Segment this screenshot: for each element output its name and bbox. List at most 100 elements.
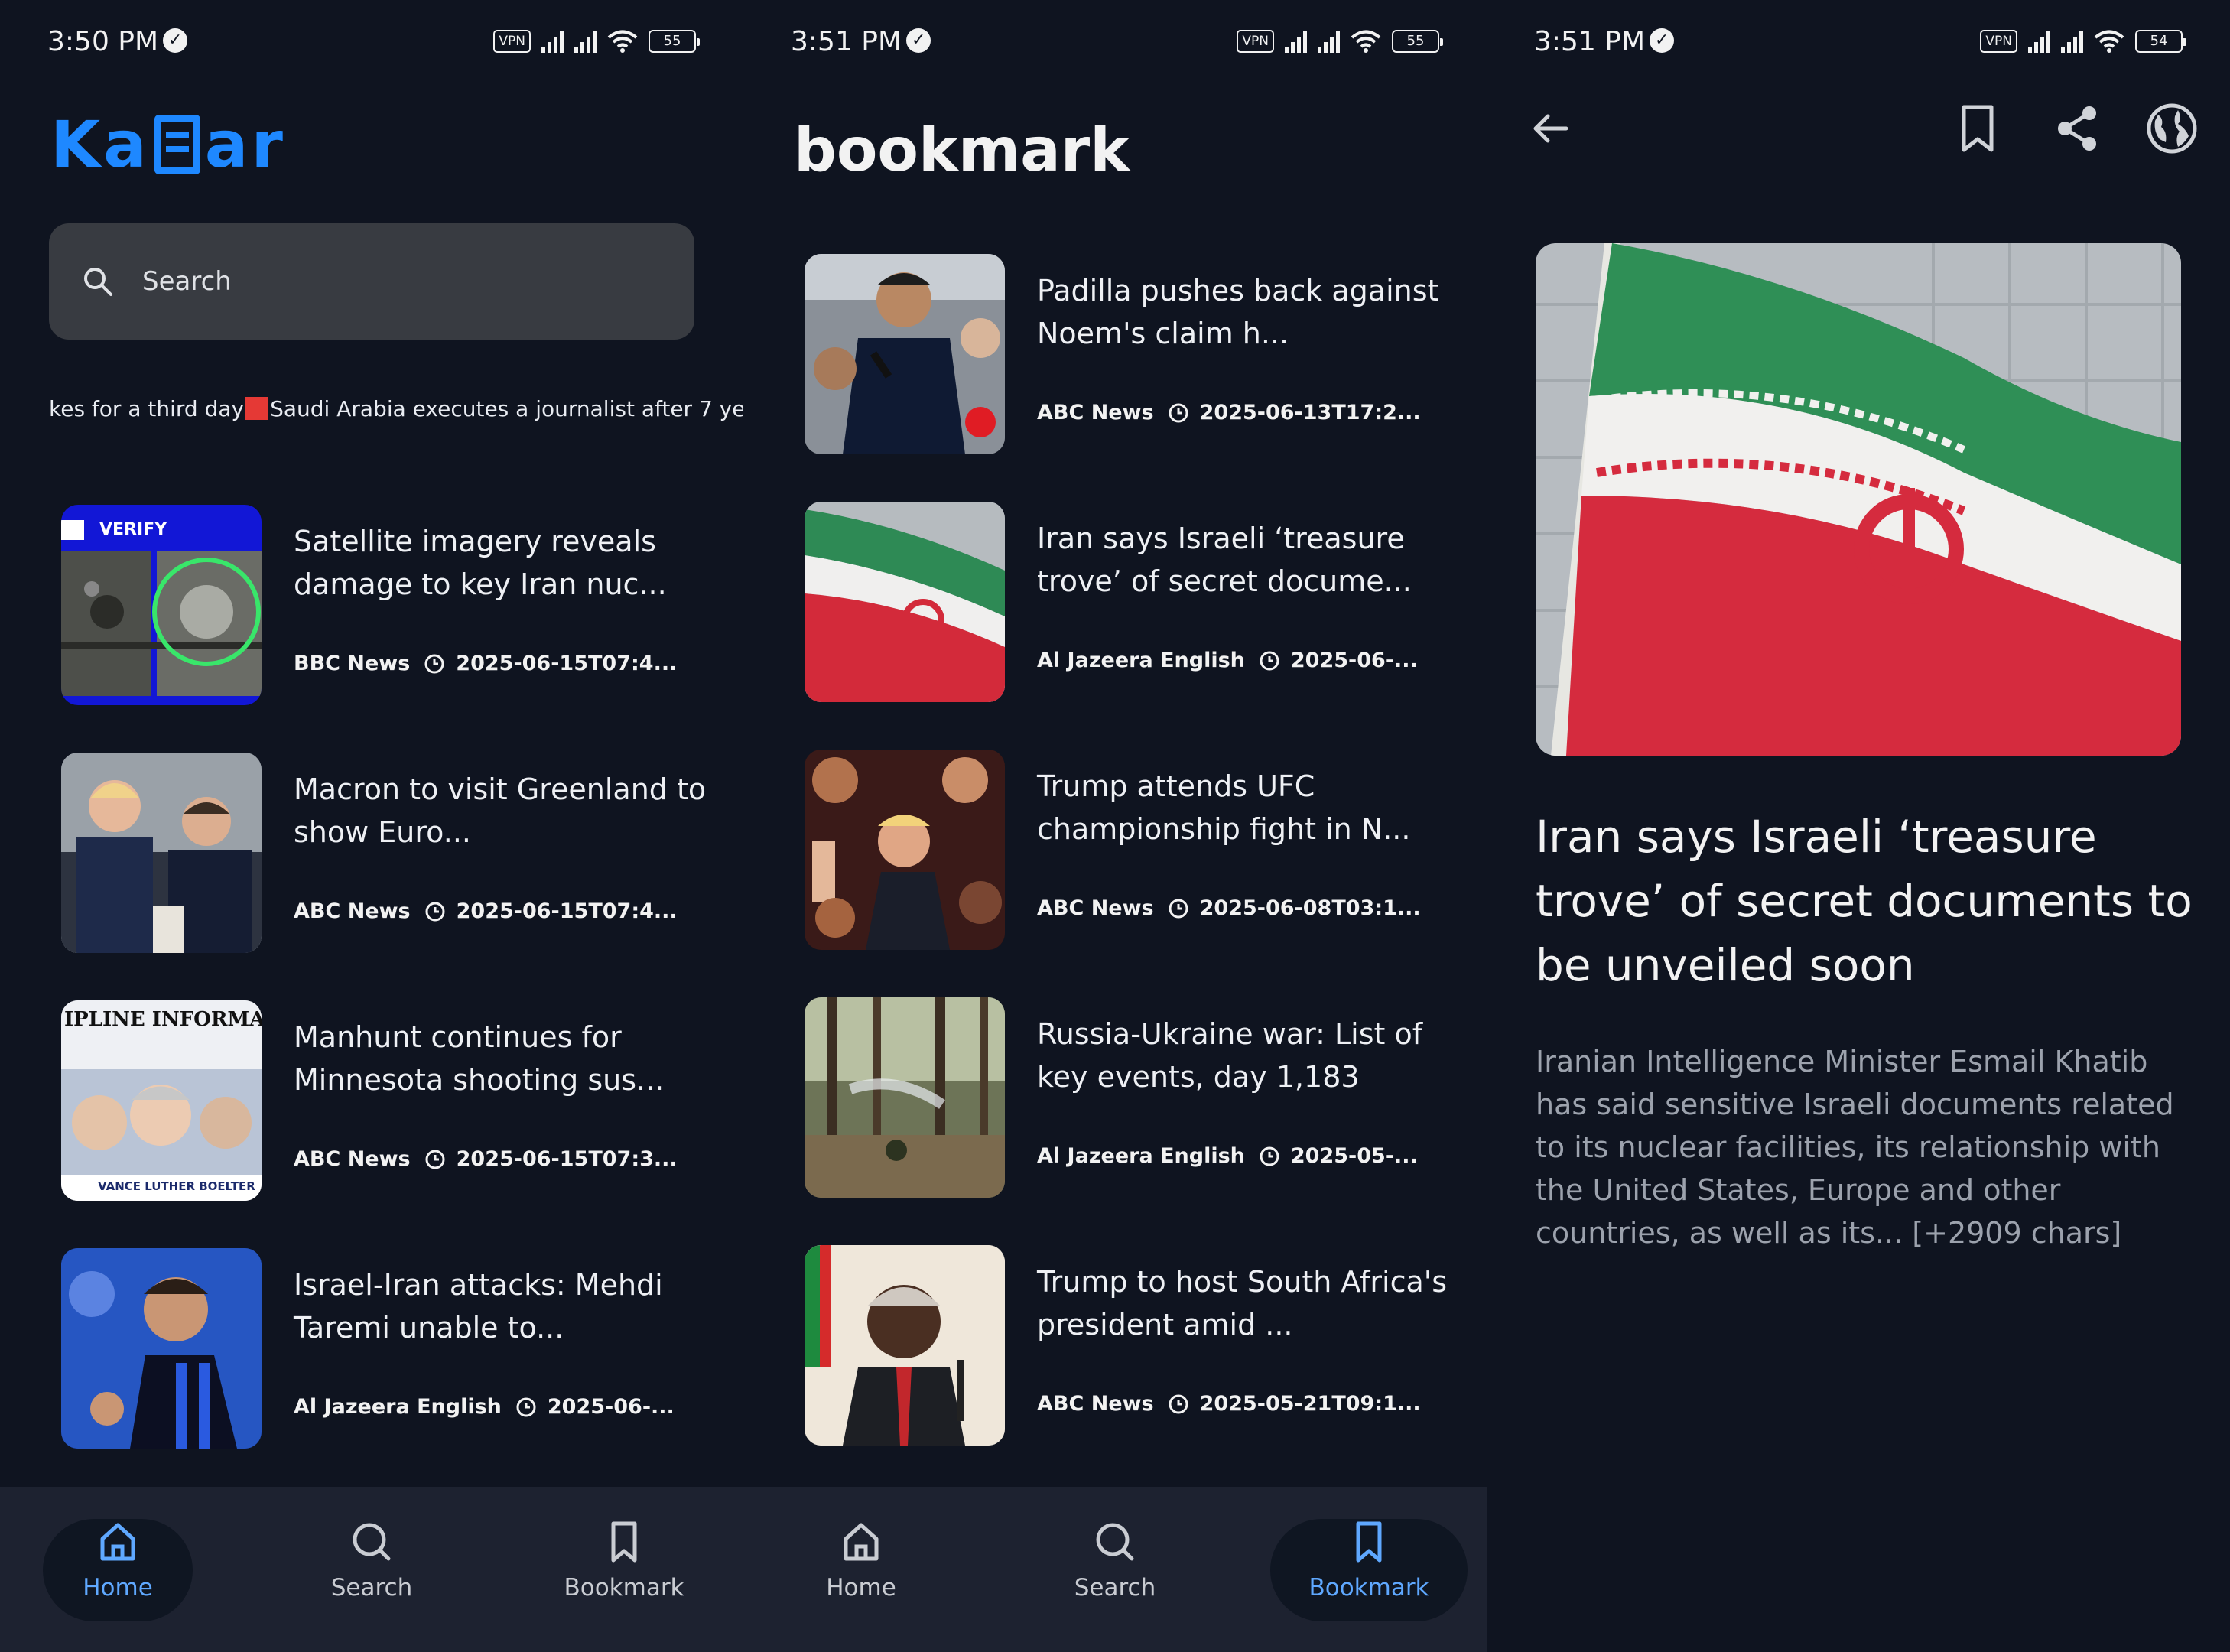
home-icon	[844, 1523, 879, 1561]
battery-icon: 55	[649, 30, 700, 53]
nav-label: Home	[826, 1574, 896, 1602]
article-date: 2025-06-15T07:4...	[456, 899, 678, 923]
share-icon[interactable]	[2053, 102, 2102, 154]
bookmark-icon	[611, 1521, 637, 1563]
home-icon	[100, 1523, 135, 1561]
article-title: Trump to host South Africa's president a…	[1037, 1265, 1448, 1341]
list-item[interactable]: Padilla pushes back against Noem's claim…	[805, 254, 1487, 454]
news-ticker[interactable]: kes for a third day Saudi Arabia executes…	[49, 396, 743, 421]
home-screen: 3:50 PM ✓ VPN 55 Ka ar Search kes for a th…	[0, 0, 743, 1652]
status-bar: 3:50 PM ✓ VPN 55	[47, 23, 700, 61]
nav-search[interactable]: Search	[295, 1519, 448, 1602]
article-detail-screen: 3:51 PM ✓ VPN 54 Iran says Israeli ‘trea…	[1487, 0, 2230, 1652]
clock-icon	[1169, 1394, 1188, 1413]
article-thumbnail	[805, 997, 1005, 1198]
battery-icon: 54	[2135, 30, 2186, 53]
nav-bookmark[interactable]: Bookmark	[548, 1519, 701, 1602]
ticker-separator-icon	[245, 397, 269, 420]
nav-label: Bookmark	[564, 1574, 684, 1602]
article-title: Trump attends UFC championship fight in …	[1037, 769, 1411, 846]
vpn-icon: VPN	[1980, 30, 2017, 53]
nav-home[interactable]: Home	[785, 1519, 938, 1602]
article-title: Macron to visit Greenland to show Euro..…	[294, 772, 707, 849]
clock-icon	[1260, 1146, 1279, 1166]
list-item[interactable]: VERIFY Satellite imagery reveals damage …	[61, 505, 743, 705]
article-description: Iranian Intelligence Minister Esmail Kha…	[1536, 1045, 2174, 1250]
clock-icon	[1260, 651, 1279, 670]
article-title: Iran says Israeli ‘treasure trove’ of se…	[1037, 522, 1412, 598]
article-source: ABC News	[1037, 401, 1154, 424]
signal-icon	[1318, 30, 1340, 53]
list-item[interactable]: Trump to host South Africa's president a…	[805, 1245, 1487, 1446]
list-item[interactable]: Iran says Israeli ‘treasure trove’ of se…	[805, 502, 1487, 702]
clock-icon	[1169, 899, 1188, 918]
article-source: Al Jazeera English	[294, 1395, 502, 1419]
clock-icon	[1169, 403, 1188, 422]
clock-badge-icon: ✓	[163, 28, 188, 53]
nav-home[interactable]: Home	[41, 1519, 194, 1602]
logo-document-icon	[154, 115, 200, 174]
article-date: 2025-06-15T07:3...	[456, 1147, 678, 1171]
article-thumbnail	[805, 750, 1005, 950]
back-arrow-icon[interactable]	[1526, 104, 1575, 153]
article-date: 2025-06-08T03:1...	[1199, 896, 1421, 920]
vpn-icon: VPN	[1237, 30, 1274, 53]
battery-icon: 55	[1392, 30, 1443, 53]
search-icon	[84, 268, 112, 296]
signal-icon	[2028, 30, 2050, 53]
signal-icon	[1285, 30, 1307, 53]
article-thumbnail	[805, 254, 1005, 454]
article-thumbnail	[805, 502, 1005, 702]
article-source: Al Jazeera English	[1037, 1144, 1245, 1168]
article-date: 2025-05-21T09:1...	[1199, 1392, 1421, 1416]
list-item[interactable]: Israel-Iran attacks: Mehdi Taremi unable…	[61, 1248, 743, 1449]
article-title: Israel-Iran attacks: Mehdi Taremi unable…	[294, 1268, 663, 1345]
wifi-icon	[1351, 30, 1381, 53]
article-source: ABC News	[294, 1147, 411, 1171]
list-item[interactable]: Russia-Ukraine war: List of key events, …	[805, 997, 1487, 1198]
app-logo: Ka ar	[50, 107, 286, 182]
status-bar: 3:51 PM ✓ VPN 54	[1534, 23, 2186, 61]
detail-toolbar	[1487, 99, 2230, 161]
article-date: 2025-06-15T07:4...	[456, 652, 678, 675]
nav-label: Search	[330, 1574, 413, 1602]
clock-icon	[516, 1397, 536, 1416]
list-item[interactable]: Macron to visit Greenland to show Euro..…	[61, 753, 743, 953]
bottom-navigation: Home Search Bookmark Home Search Bookmar…	[0, 1487, 1487, 1652]
article-title: Satellite imagery reveals damage to key …	[294, 525, 667, 601]
article-title: Iran says Israeli ‘treasure trove’ of se…	[1536, 811, 2193, 991]
article-source: BBC News	[294, 652, 411, 675]
status-time: 3:51 PM	[1534, 26, 1646, 57]
article-date: 2025-05-...	[1290, 1144, 1418, 1168]
signal-icon	[2061, 30, 2083, 53]
signal-icon	[574, 30, 597, 53]
nav-label: Home	[83, 1574, 153, 1602]
article-thumbnail: IPLINE INFORMATIO VANCE LUTHER BOELTER	[61, 1000, 262, 1201]
status-time: 3:51 PM	[791, 26, 902, 57]
article-thumbnail	[61, 753, 262, 953]
article-date: 2025-06-...	[547, 1395, 675, 1419]
clock-icon	[424, 654, 444, 673]
thumb-caption-text: VANCE LUTHER BOELTER	[98, 1179, 255, 1193]
wifi-icon	[607, 30, 638, 53]
search-input[interactable]: Search	[49, 223, 694, 340]
article-source: Al Jazeera English	[1037, 649, 1245, 672]
article-source: ABC News	[294, 899, 411, 923]
search-placeholder: Search	[142, 266, 232, 297]
nav-bookmark[interactable]: Bookmark	[1292, 1519, 1445, 1602]
verify-badge: VERIFY	[99, 520, 167, 539]
article-title: Padilla pushes back against Noem's claim…	[1037, 274, 1439, 350]
article-date: 2025-06-13T17:2...	[1199, 401, 1421, 424]
globe-icon[interactable]	[2144, 101, 2199, 156]
clock-icon	[425, 1150, 445, 1169]
nav-label: Bookmark	[1308, 1574, 1429, 1602]
nav-label: Search	[1074, 1574, 1156, 1602]
bookmark-icon[interactable]	[1953, 102, 2002, 154]
bookmark-icon	[1356, 1521, 1382, 1563]
bookmark-screen: 3:51 PM ✓ VPN 55 bookmark Padilla pushes…	[743, 0, 1487, 1652]
status-time: 3:50 PM	[47, 26, 159, 57]
list-item[interactable]: Trump attends UFC championship fight in …	[805, 750, 1487, 950]
list-item[interactable]: IPLINE INFORMATIO VANCE LUTHER BOELTER M…	[61, 1000, 743, 1201]
article-source: ABC News	[1037, 896, 1154, 920]
nav-search[interactable]: Search	[1039, 1519, 1191, 1602]
